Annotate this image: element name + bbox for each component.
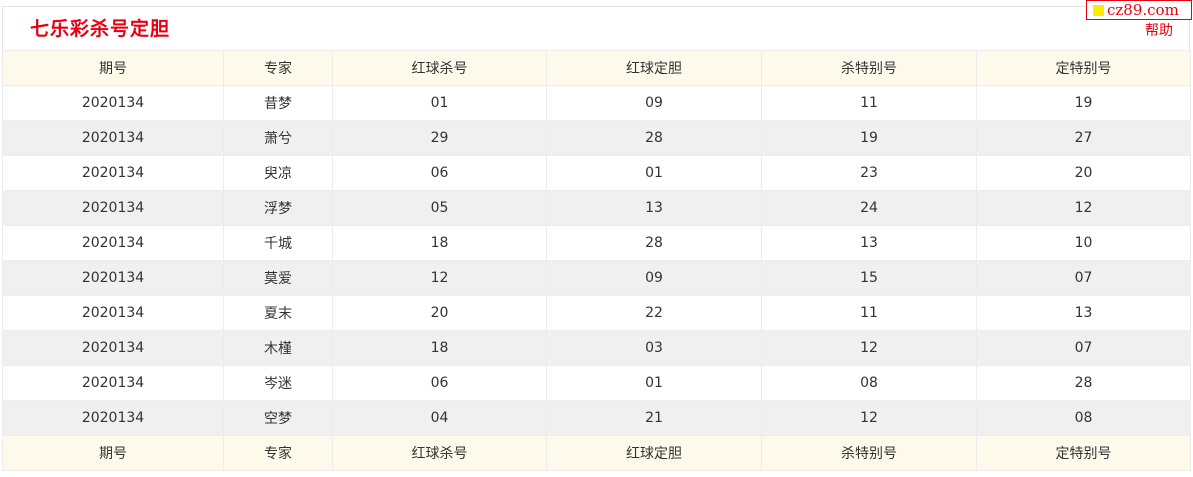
cell-red-fix: 01 [546,155,762,191]
cell-red-fix: 09 [546,260,762,296]
cell-special-kill: 15 [761,260,977,296]
footer-red-fix: 红球定胆 [546,435,762,471]
table-footer-row: 期号 专家 红球杀号 红球定胆 杀特别号 定特别号 [2,435,1191,471]
cell-red-fix: 01 [546,365,762,401]
cell-period: 2020134 [2,260,224,296]
logo-text: cz89.com [1107,1,1179,19]
cell-red-fix: 22 [546,295,762,331]
cell-red-fix: 13 [546,190,762,226]
cell-period: 2020134 [2,190,224,226]
cell-period: 2020134 [2,155,224,191]
cell-red-kill: 18 [332,225,547,261]
cell-special-fix: 27 [976,120,1191,156]
header-period: 期号 [2,50,224,86]
table-header-row: 期号 专家 红球杀号 红球定胆 杀特别号 定特别号 [2,50,1191,86]
cell-period: 2020134 [2,295,224,331]
cell-expert: 浮梦 [223,190,333,226]
cell-expert: 莫爱 [223,260,333,296]
help-link[interactable]: 帮助 [1145,20,1173,40]
cell-special-kill: 23 [761,155,977,191]
table-row: 2020134 空梦 04 21 12 08 [2,400,1191,436]
cell-expert: 萧兮 [223,120,333,156]
cell-period: 2020134 [2,330,224,366]
header-red-kill: 红球杀号 [332,50,547,86]
cell-red-kill: 06 [332,365,547,401]
cell-expert: 昔梦 [223,85,333,121]
table-row: 2020134 千城 18 28 13 10 [2,225,1191,261]
cell-special-fix: 07 [976,330,1191,366]
cell-red-kill: 01 [332,85,547,121]
cell-red-kill: 18 [332,330,547,366]
cell-red-kill: 05 [332,190,547,226]
cell-period: 2020134 [2,85,224,121]
cell-special-kill: 12 [761,400,977,436]
cell-special-fix: 19 [976,85,1191,121]
cell-special-kill: 08 [761,365,977,401]
footer-red-kill: 红球杀号 [332,435,547,471]
logo-square-icon [1093,4,1104,16]
cell-expert: 木槿 [223,330,333,366]
cell-red-fix: 28 [546,120,762,156]
table-row: 2020134 浮梦 05 13 24 12 [2,190,1191,226]
site-logo[interactable]: cz89.com [1086,0,1192,20]
cell-special-kill: 19 [761,120,977,156]
footer-special-fix: 定特别号 [976,435,1191,471]
cell-period: 2020134 [2,225,224,261]
cell-expert: 夏末 [223,295,333,331]
cell-special-kill: 11 [761,85,977,121]
cell-red-fix: 09 [546,85,762,121]
table-row: 2020134 岑迷 06 01 08 28 [2,365,1191,401]
cell-period: 2020134 [2,365,224,401]
table-row: 2020134 萧兮 29 28 19 27 [2,120,1191,156]
cell-period: 2020134 [2,400,224,436]
cell-special-fix: 28 [976,365,1191,401]
cell-expert: 臾凉 [223,155,333,191]
footer-expert: 专家 [223,435,333,471]
cell-special-kill: 12 [761,330,977,366]
cell-red-fix: 28 [546,225,762,261]
cell-red-kill: 29 [332,120,547,156]
header-red-fix: 红球定胆 [546,50,762,86]
cell-special-fix: 10 [976,225,1191,261]
table-row: 2020134 莫爱 12 09 15 07 [2,260,1191,296]
page-title: 七乐彩杀号定胆 [30,18,171,40]
table-row: 2020134 臾凉 06 01 23 20 [2,155,1191,191]
footer-special-kill: 杀特别号 [761,435,977,471]
cell-red-kill: 12 [332,260,547,296]
cell-red-fix: 03 [546,330,762,366]
cell-expert: 岑迷 [223,365,333,401]
cell-expert: 空梦 [223,400,333,436]
cell-red-kill: 04 [332,400,547,436]
footer-period: 期号 [2,435,224,471]
cell-red-kill: 06 [332,155,547,191]
header-special-kill: 杀特别号 [761,50,977,86]
cell-special-kill: 13 [761,225,977,261]
kill-number-table: 期号 专家 红球杀号 红球定胆 杀特别号 定特别号 2020134 昔梦 01 … [2,50,1191,471]
table-row: 2020134 夏末 20 22 11 13 [2,295,1191,331]
cell-period: 2020134 [2,120,224,156]
cell-special-fix: 12 [976,190,1191,226]
cell-special-fix: 13 [976,295,1191,331]
table-row: 2020134 昔梦 01 09 11 19 [2,85,1191,121]
cell-special-kill: 11 [761,295,977,331]
cell-red-kill: 20 [332,295,547,331]
table-row: 2020134 木槿 18 03 12 07 [2,330,1191,366]
cell-red-fix: 21 [546,400,762,436]
header-expert: 专家 [223,50,333,86]
cell-special-kill: 24 [761,190,977,226]
cell-special-fix: 08 [976,400,1191,436]
header-special-fix: 定特别号 [976,50,1191,86]
cell-special-fix: 07 [976,260,1191,296]
cell-expert: 千城 [223,225,333,261]
cell-special-fix: 20 [976,155,1191,191]
